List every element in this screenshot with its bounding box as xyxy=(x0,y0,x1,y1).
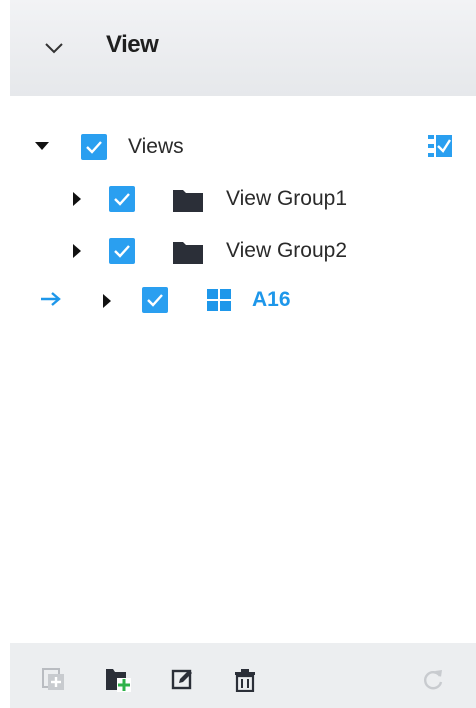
add-group-icon xyxy=(106,669,131,692)
folder-icon xyxy=(173,190,203,212)
check-icon xyxy=(114,193,130,206)
check-icon xyxy=(114,245,130,258)
edit-icon xyxy=(171,669,192,690)
caret-right-icon[interactable] xyxy=(72,243,82,259)
view-group1-checkbox[interactable] xyxy=(109,186,135,212)
view-panel-header[interactable]: View xyxy=(10,0,476,96)
caret-right-icon[interactable] xyxy=(102,293,112,309)
add-group-button[interactable] xyxy=(106,667,132,693)
delete-icon xyxy=(235,669,255,692)
caret-down-icon[interactable] xyxy=(34,140,50,152)
tree-group-label[interactable]: View Group1 xyxy=(226,187,347,211)
a16-checkbox[interactable] xyxy=(142,287,168,313)
refresh-button[interactable] xyxy=(420,667,446,693)
edit-button[interactable] xyxy=(170,667,196,693)
check-icon xyxy=(147,294,163,307)
views-checkbox[interactable] xyxy=(81,134,107,160)
chevron-down-icon[interactable] xyxy=(44,40,64,56)
delete-button[interactable] xyxy=(232,667,258,693)
multi-select-icon[interactable] xyxy=(428,134,452,158)
add-view-button[interactable] xyxy=(42,667,68,693)
add-view-icon xyxy=(42,668,64,690)
refresh-icon xyxy=(424,670,443,690)
tree-group-label[interactable]: View Group2 xyxy=(226,239,347,263)
grid-view-icon xyxy=(207,289,231,311)
current-arrow-icon xyxy=(41,292,61,306)
folder-icon xyxy=(173,242,203,264)
tree-root-label[interactable]: Views xyxy=(128,135,184,159)
check-icon xyxy=(86,141,102,154)
panel-title: View xyxy=(106,31,159,58)
tree-view-label[interactable]: A16 xyxy=(252,288,291,312)
caret-right-icon[interactable] xyxy=(72,191,82,207)
view-group2-checkbox[interactable] xyxy=(109,238,135,264)
